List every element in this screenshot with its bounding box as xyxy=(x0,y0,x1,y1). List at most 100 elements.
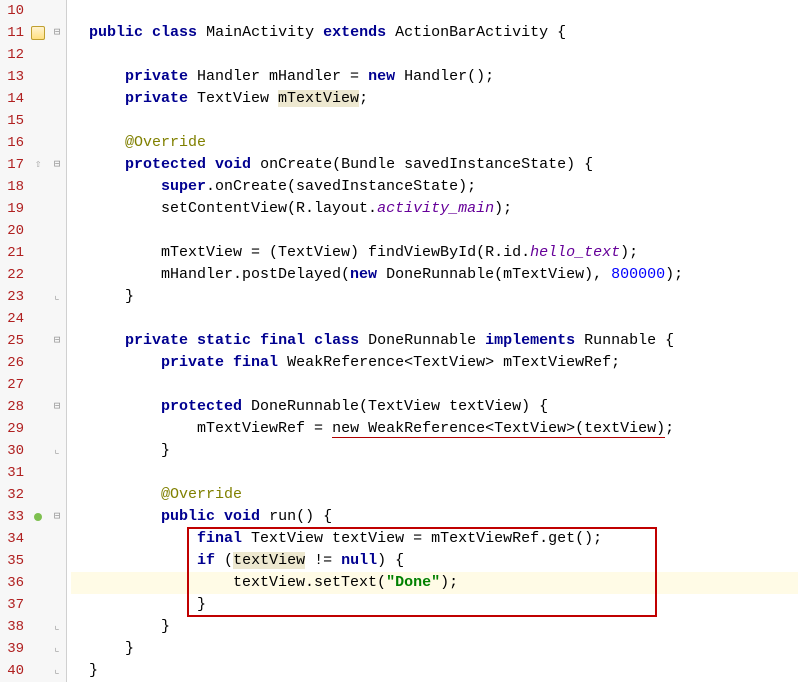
code-line[interactable]: } xyxy=(71,660,798,682)
code-line[interactable]: private final WeakReference<TextView> mT… xyxy=(71,352,798,374)
code-line[interactable]: @Override xyxy=(71,484,798,506)
code-line[interactable]: final TextView textView = mTextViewRef.g… xyxy=(71,528,798,550)
line-number: 33 xyxy=(0,506,24,528)
code-token: mTextView = (TextView) findViewById(R.id… xyxy=(161,244,530,261)
code-line[interactable]: private TextView mTextView; xyxy=(71,88,798,110)
code-line[interactable]: if (textView != null) { xyxy=(71,550,798,572)
fold-marker[interactable] xyxy=(48,418,66,440)
code-line[interactable]: } xyxy=(71,286,798,308)
code-line[interactable] xyxy=(71,44,798,66)
code-token: @Override xyxy=(161,486,242,503)
fold-column[interactable]: ⊟⊟⌞⊟⊟⌞⊟⌞⌞⌞ xyxy=(48,0,66,682)
code-line[interactable]: private Handler mHandler = new Handler()… xyxy=(71,66,798,88)
code-token: hello_text xyxy=(530,244,620,261)
line-number: 28 xyxy=(0,396,24,418)
code-line[interactable] xyxy=(71,374,798,396)
code-line[interactable]: protected void onCreate(Bundle savedInst… xyxy=(71,154,798,176)
code-line[interactable]: } xyxy=(71,594,798,616)
code-token xyxy=(143,24,152,41)
fold-marker[interactable] xyxy=(48,132,66,154)
code-token: private xyxy=(161,354,224,371)
fold-marker[interactable] xyxy=(48,66,66,88)
line-numbers: 1011121314151617181920212223242526272829… xyxy=(0,0,28,682)
fold-marker[interactable] xyxy=(48,44,66,66)
class-icon xyxy=(31,26,45,40)
line-number: 10 xyxy=(0,0,24,22)
fold-marker[interactable]: ⌞ xyxy=(48,660,66,682)
code-line[interactable] xyxy=(71,308,798,330)
fold-marker[interactable] xyxy=(48,220,66,242)
fold-marker[interactable]: ⌞ xyxy=(48,286,66,308)
code-editor[interactable]: 1011121314151617181920212223242526272829… xyxy=(0,0,798,682)
fold-marker[interactable]: ⊟ xyxy=(48,22,66,44)
fold-marker[interactable] xyxy=(48,242,66,264)
code-token: Handler mHandler = xyxy=(188,68,368,85)
fold-marker[interactable]: ⌞ xyxy=(48,616,66,638)
code-line[interactable]: private static final class DoneRunnable … xyxy=(71,330,798,352)
code-token: } xyxy=(161,442,170,459)
code-token: activity_main xyxy=(377,200,494,217)
fold-marker[interactable] xyxy=(48,550,66,572)
code-token: class xyxy=(152,24,197,41)
code-token: @Override xyxy=(125,134,206,151)
line-number: 29 xyxy=(0,418,24,440)
fold-marker[interactable] xyxy=(48,110,66,132)
fold-marker[interactable] xyxy=(48,0,66,22)
fold-marker[interactable] xyxy=(48,594,66,616)
code-line[interactable]: super.onCreate(savedInstanceState); xyxy=(71,176,798,198)
code-area[interactable]: public class MainActivity extends Action… xyxy=(67,0,798,682)
fold-marker[interactable] xyxy=(48,198,66,220)
fold-marker[interactable]: ⊟ xyxy=(48,330,66,352)
code-line[interactable]: } xyxy=(71,616,798,638)
code-line[interactable]: public class MainActivity extends Action… xyxy=(71,22,798,44)
fold-marker[interactable] xyxy=(48,572,66,594)
code-token: static xyxy=(197,332,251,349)
code-token: "Done" xyxy=(386,574,440,591)
line-number: 34 xyxy=(0,528,24,550)
code-line[interactable]: mHandler.postDelayed(new DoneRunnable(mT… xyxy=(71,264,798,286)
fold-marker[interactable] xyxy=(48,352,66,374)
code-line[interactable] xyxy=(71,220,798,242)
code-line[interactable]: textView.setText("Done"); xyxy=(71,572,798,594)
fold-marker[interactable] xyxy=(48,264,66,286)
code-line[interactable] xyxy=(71,0,798,22)
fold-marker[interactable] xyxy=(48,528,66,550)
fold-marker[interactable] xyxy=(48,308,66,330)
code-token: setContentView(R.layout. xyxy=(161,200,377,217)
line-number: 37 xyxy=(0,594,24,616)
fold-marker[interactable] xyxy=(48,484,66,506)
fold-marker[interactable]: ⊟ xyxy=(48,154,66,176)
code-token: private xyxy=(125,90,188,107)
code-token xyxy=(251,332,260,349)
code-line[interactable]: } xyxy=(71,638,798,660)
fold-marker[interactable] xyxy=(48,462,66,484)
line-number: 23 xyxy=(0,286,24,308)
code-token: WeakReference<TextView> mTextViewRef; xyxy=(278,354,620,371)
code-line[interactable]: } xyxy=(71,440,798,462)
code-line[interactable]: protected DoneRunnable(TextView textView… xyxy=(71,396,798,418)
code-token: != xyxy=(305,552,341,569)
fold-marker[interactable]: ⌞ xyxy=(48,638,66,660)
code-token xyxy=(224,354,233,371)
code-token: private xyxy=(125,68,188,85)
code-token: mTextView xyxy=(278,90,359,107)
fold-marker[interactable]: ⊟ xyxy=(48,506,66,528)
line-number: 30 xyxy=(0,440,24,462)
code-line[interactable]: setContentView(R.layout.activity_main); xyxy=(71,198,798,220)
fold-marker[interactable]: ⊟ xyxy=(48,396,66,418)
code-line[interactable] xyxy=(71,110,798,132)
line-number: 35 xyxy=(0,550,24,572)
fold-marker[interactable] xyxy=(48,176,66,198)
code-line[interactable] xyxy=(71,462,798,484)
code-line[interactable]: mTextView = (TextView) findViewById(R.id… xyxy=(71,242,798,264)
fold-marker[interactable] xyxy=(48,88,66,110)
code-line[interactable]: @Override xyxy=(71,132,798,154)
code-line[interactable]: mTextViewRef = new WeakReference<TextVie… xyxy=(71,418,798,440)
fold-marker[interactable] xyxy=(48,374,66,396)
code-token: onCreate(Bundle savedInstanceState) { xyxy=(251,156,593,173)
fold-marker[interactable]: ⌞ xyxy=(48,440,66,462)
code-token: DoneRunnable(mTextView), xyxy=(377,266,611,283)
code-line[interactable]: public void run() { xyxy=(71,506,798,528)
override-icon[interactable]: ⇧ xyxy=(35,154,42,176)
implements-icon[interactable] xyxy=(34,513,42,521)
